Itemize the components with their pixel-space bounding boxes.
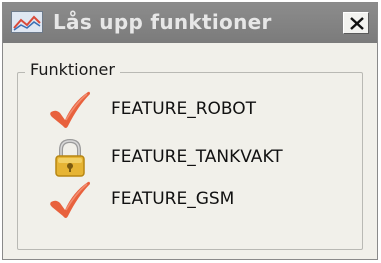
padlock-icon [48,138,92,178]
feature-row-tankvakt[interactable]: FEATURE_TANKVAKT [48,138,348,178]
close-x-icon [350,17,364,30]
unlock-features-dialog: Lås upp funktioner Funktioner FEATURE_RO… [2,2,378,260]
feature-label: FEATURE_ROBOT [111,99,257,119]
dialog-title: Lås upp funktioner [53,10,272,34]
feature-row-gsm[interactable]: FEATURE_GSM [48,180,348,220]
title-bar[interactable]: Lås upp funktioner [3,3,377,43]
checkmark-icon [48,90,92,130]
dialog-content: Funktioner FEATURE_ROBOT FEATURE_TANKVAK… [3,43,377,259]
feature-row-robot[interactable]: FEATURE_ROBOT [48,90,348,130]
close-button[interactable] [343,12,369,34]
checkmark-icon [48,180,92,220]
feature-label: FEATURE_TANKVAKT [111,147,283,167]
chart-icon [11,11,43,33]
groupbox-legend: Funktioner [25,60,120,79]
feature-label: FEATURE_GSM [111,189,235,209]
